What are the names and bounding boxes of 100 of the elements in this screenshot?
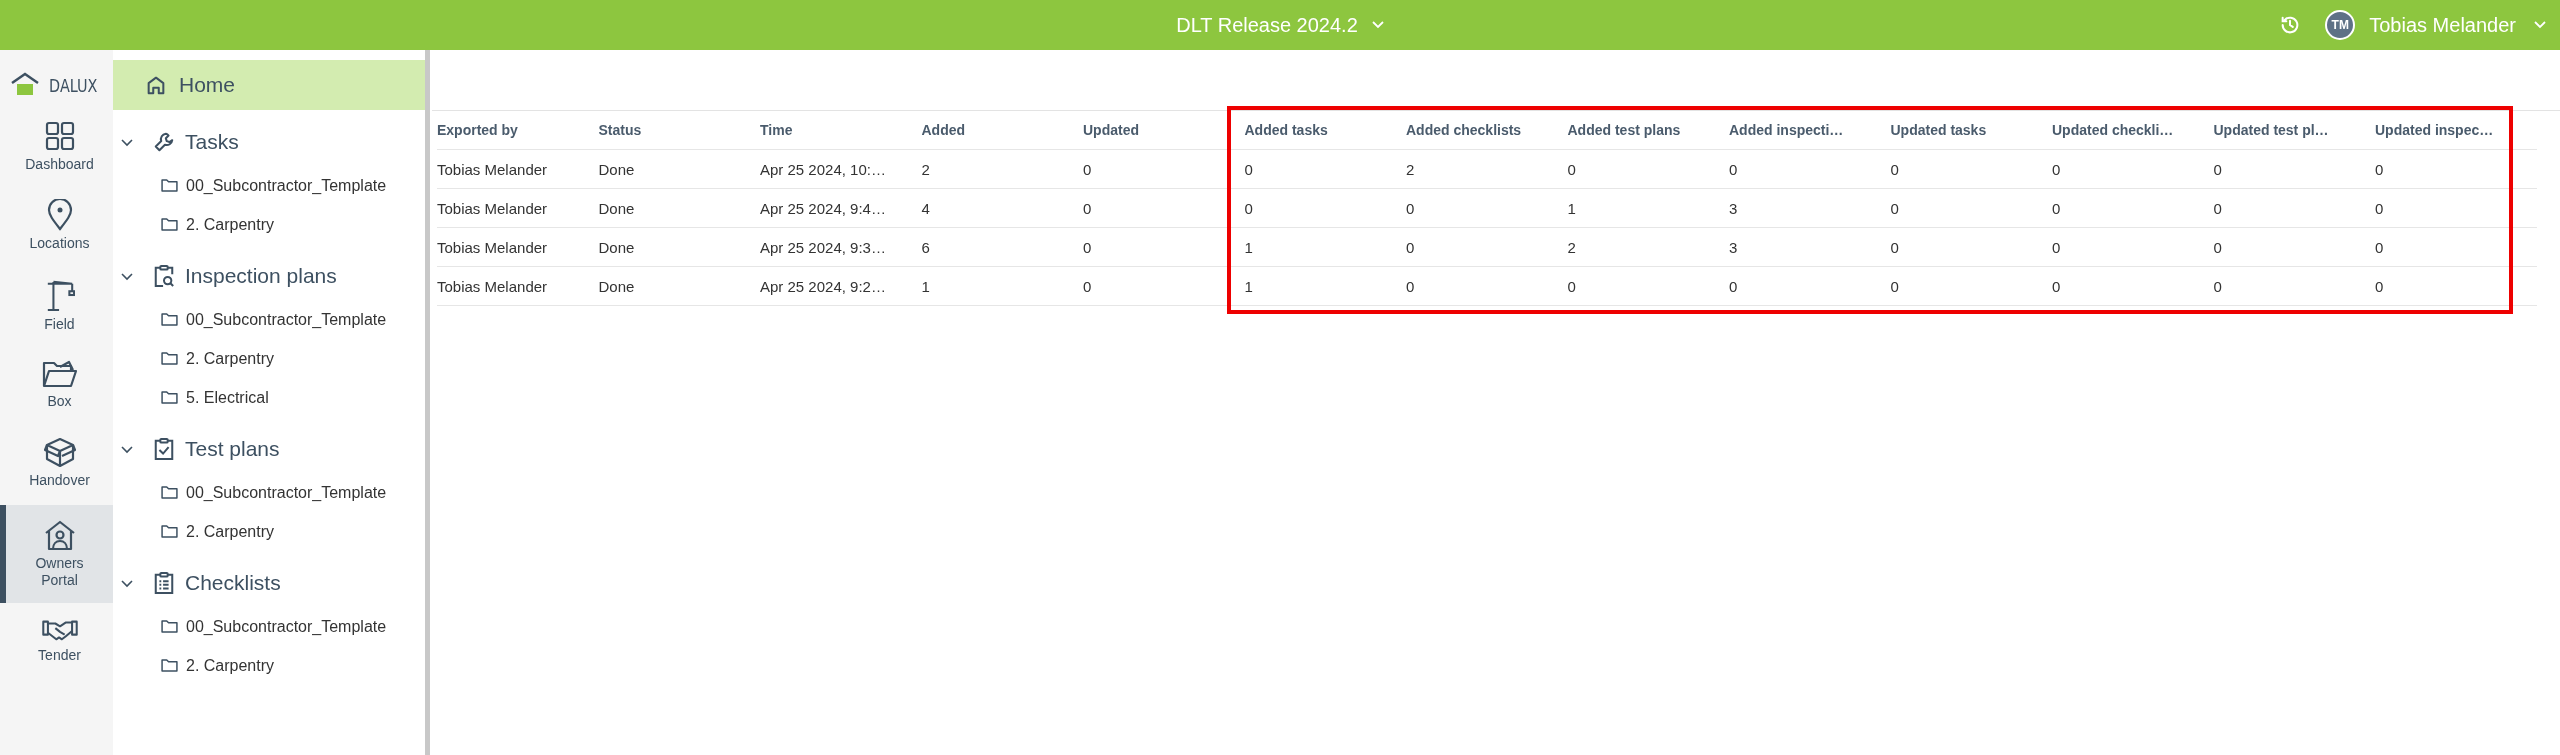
folder-icon [161,218,178,231]
table-cell: 0 [1890,267,2052,306]
table-cell: 0 [2213,150,2375,189]
user-avatar[interactable]: TM [2325,10,2356,40]
chevron-icon[interactable] [121,577,133,589]
table-cell: Apr 25 2024, 9:3… [760,228,922,267]
rail-label: Field [43,316,76,333]
rail-item[interactable]: Locations [0,189,113,264]
table-cell: 0 [2375,228,2537,267]
folder-icon [161,659,178,672]
table-cell: 0 [2375,267,2537,306]
column-header[interactable]: Time [760,111,922,150]
column-header[interactable]: Exported by [437,111,599,150]
chevron-icon[interactable] [121,136,133,148]
wrench-icon [153,131,175,153]
table-cell: 0 [2052,150,2214,189]
table-cell: Tobias Melander [437,150,599,189]
table-cell: 0 [1890,150,2052,189]
folder-item[interactable]: 5. Electrical [113,378,425,417]
table-cell: Apr 25 2024, 9:4… [760,189,922,228]
section-label[interactable]: Test plans [185,437,280,461]
grid-icon [43,120,76,152]
column-header[interactable]: Updated [1083,111,1245,150]
table-cell: 0 [2375,189,2537,228]
table-cell: 0 [1890,228,2052,267]
home-icon [145,74,167,96]
rail-item[interactable]: Field [0,268,113,345]
table-cell: 0 [1729,267,1891,306]
scrollbar[interactable] [425,50,430,755]
clipboard-list-icon [153,571,175,595]
column-header[interactable]: Added test plans [1567,111,1729,150]
column-header[interactable]: Updated tasks [1890,111,2052,150]
table-cell: 1 [921,267,1083,306]
folder-item[interactable]: 2. Carpentry [113,339,425,378]
rail-item[interactable]: Handover [0,426,113,501]
table-cell: 0 [2052,189,2214,228]
table-cell: Tobias Melander [437,267,599,306]
column-header[interactable]: Added tasks [1244,111,1406,150]
rail-label: Tender [37,647,82,664]
table-cell: 0 [1729,150,1891,189]
rail-item[interactable]: Owners Portal [0,505,113,603]
column-header[interactable]: Updated inspec… [2375,111,2537,150]
table-cell: 0 [2213,267,2375,306]
column-header[interactable]: Status [598,111,760,150]
folder-icon [161,486,178,499]
table-cell: 0 [1567,267,1729,306]
table-cell: Done [598,228,760,267]
house-logo-icon [9,72,40,98]
clipboard-check-icon [153,437,175,461]
table-cell: Apr 25 2024, 9:2… [760,267,922,306]
location-pin-icon [45,199,74,231]
folder-item[interactable]: 2. Carpentry [113,646,425,685]
rail-label: Handover [28,472,91,489]
column-header[interactable]: Added inspecti… [1729,111,1891,150]
table-cell: 1 [1244,267,1406,306]
section-label[interactable]: Tasks [185,130,239,154]
table-cell: 0 [1083,150,1245,189]
folder-item[interactable]: 00_Subcontractor_Template [113,300,425,339]
folder-icon [161,620,178,633]
folder-icon [161,179,178,192]
chevron-icon[interactable] [121,270,133,282]
table-cell: 0 [2052,228,2214,267]
rail-item[interactable]: Dashboard [0,110,113,185]
table-cell: 2 [1406,150,1568,189]
column-header[interactable]: Updated checkli… [2052,111,2214,150]
table-cell: Done [598,267,760,306]
chevron-icon[interactable] [121,443,133,455]
rail-label: Box [46,393,73,410]
folder-icon [161,525,178,538]
table-cell: 2 [1567,228,1729,267]
rail-label: Locations [28,235,91,252]
table-cell: 0 [2213,228,2375,267]
rail-label: Owners Portal [34,555,85,589]
folder-item[interactable]: 2. Carpentry [113,205,425,244]
table-cell: 2 [921,150,1083,189]
folder-item[interactable]: 2. Carpentry [113,512,425,551]
table-cell: Done [598,189,760,228]
column-header[interactable]: Updated test pl… [2213,111,2375,150]
folder-item[interactable]: 00_Subcontractor_Template [113,473,425,512]
logo-text: DALUX [48,74,98,96]
rail-item[interactable]: Tender [0,607,113,676]
table-cell: 0 [1406,267,1568,306]
folder-item[interactable]: 00_Subcontractor_Template [113,607,425,646]
table-cell: 0 [2052,267,2214,306]
section-label[interactable]: Inspection plans [185,264,337,288]
table-cell: 0 [1406,228,1568,267]
section-label[interactable]: Checklists [185,571,281,595]
clipboard-search-icon [153,264,175,288]
table-cell: Tobias Melander [437,228,599,267]
column-header[interactable]: Added checklists [1406,111,1568,150]
table-cell: 3 [1729,228,1891,267]
home-label: Home [179,73,236,97]
table-cell: 0 [1244,189,1406,228]
column-header[interactable]: Added [921,111,1083,150]
folder-item[interactable]: 00_Subcontractor_Template [113,166,425,205]
rail-item[interactable]: Box [0,349,113,422]
table-cell: 0 [1083,267,1245,306]
home-item[interactable]: Home [113,60,425,110]
table-cell: 0 [2375,150,2537,189]
table-cell: Tobias Melander [437,189,599,228]
